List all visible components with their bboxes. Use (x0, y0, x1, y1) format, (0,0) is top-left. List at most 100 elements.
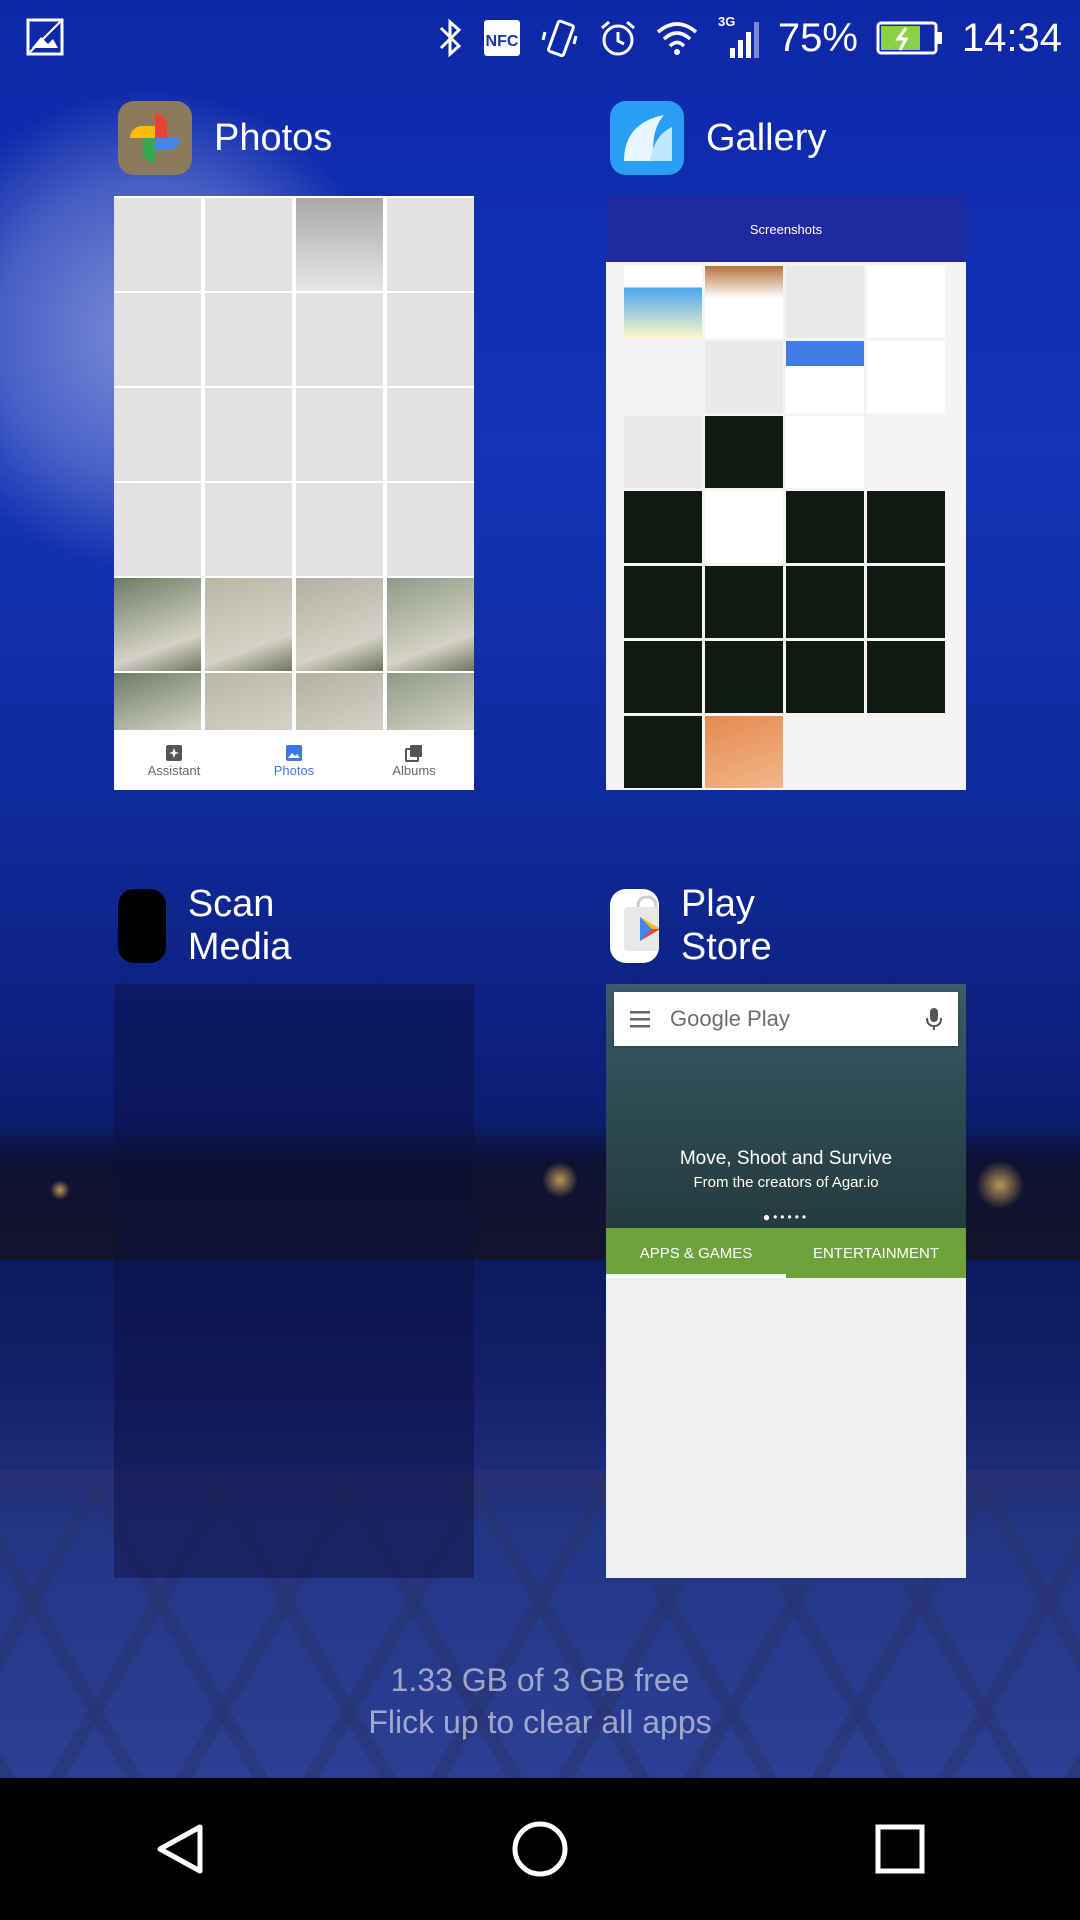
photo-tile (114, 293, 201, 386)
photo-tile (114, 483, 201, 576)
screenshot-tile (867, 491, 945, 563)
alarm-icon (598, 18, 638, 58)
photos-grid (114, 196, 474, 766)
battery-icon (876, 20, 944, 56)
screenshot-tile (786, 641, 864, 713)
photos-nav-assistant: Assistant (114, 730, 234, 790)
screenshot-tile (705, 641, 783, 713)
back-button[interactable] (120, 1789, 240, 1909)
screenshot-tile (705, 491, 783, 563)
screenshot-tile (786, 566, 864, 638)
screenshot-tile (786, 341, 864, 413)
banner-title: Move, Shoot and Survive (679, 1148, 893, 1169)
card-header: Photos (114, 100, 332, 176)
back-icon (157, 1824, 203, 1874)
signal-icon: 3G (716, 14, 760, 62)
screenshot-tile (867, 566, 945, 638)
photo-tile (205, 388, 292, 481)
screenshot-tile (867, 266, 945, 338)
svg-text:NFC: NFC (485, 33, 518, 50)
play-store-app-icon (610, 889, 659, 963)
photo-tile (205, 578, 292, 671)
play-store-thumbnail[interactable]: Google Play Move, Shoot and Survive From… (606, 984, 966, 1578)
screenshot-tile (786, 416, 864, 488)
screenshot-tile (867, 641, 945, 713)
nfc-icon: NFC (482, 18, 522, 58)
app-title: Gallery (706, 116, 827, 159)
photo-tile (296, 293, 383, 386)
photos-icon (286, 744, 302, 761)
app-title: Photos (214, 116, 333, 159)
photo-tile (387, 388, 474, 481)
photo-tile (114, 198, 201, 291)
battery-percent: 75% (777, 15, 858, 60)
photo-tile (387, 293, 474, 386)
photo-tile (296, 578, 383, 671)
screenshot-tile (867, 416, 945, 488)
albums-icon (405, 744, 422, 762)
photo-tile (296, 483, 383, 576)
play-search-placeholder: Google Play (670, 1006, 790, 1031)
screenshot-tile (705, 716, 783, 788)
microphone-icon (926, 1008, 942, 1030)
photo-tile (205, 293, 292, 386)
photos-nav-photos: Photos (234, 730, 354, 790)
photo-tile (114, 578, 201, 671)
screenshot-tile (786, 266, 864, 338)
photo-tile (387, 198, 474, 291)
screenshot-tile (624, 716, 702, 788)
tab-entertainment: ENTERTAINMENT (812, 1244, 940, 1262)
screenshot-tile (624, 566, 702, 638)
photo-tile (296, 198, 383, 291)
gallery-app-icon (610, 101, 684, 175)
photo-tile (205, 483, 292, 576)
wifi-icon (656, 20, 698, 56)
screenshot-tile (624, 266, 702, 338)
clock: 14:34 (961, 15, 1062, 60)
assistant-icon (166, 744, 182, 761)
home-button[interactable] (480, 1789, 600, 1909)
navigation-bar (0, 1778, 1080, 1920)
photo-tile (114, 388, 201, 481)
photo-tile (205, 198, 292, 291)
recents-button[interactable] (840, 1789, 960, 1909)
app-title: Scan Media (187, 883, 292, 968)
gallery-notification-icon (26, 18, 64, 56)
memory-status: 1.33 GB of 3 GB free (390, 1662, 690, 1698)
scan-media-thumbnail[interactable] (114, 984, 474, 1578)
gallery-thumbnail[interactable]: Screenshots (606, 196, 966, 790)
screenshot-tile (624, 416, 702, 488)
screenshot-tile (867, 341, 945, 413)
banner-subtitle: From the creators of Agar.io (693, 1174, 879, 1191)
play-tabs: APPS & GAMES ENTERTAINMENT (606, 1228, 966, 1278)
card-header: Scan Media (114, 883, 318, 968)
bluetooth-icon (438, 18, 464, 58)
nav-label: Assistant (147, 762, 201, 778)
photo-tile (387, 578, 474, 671)
screenshot-tile (705, 416, 783, 488)
photos-thumbnail[interactable]: Assistant Photos Albums (114, 196, 474, 790)
recents-icon (875, 1824, 925, 1874)
nav-label: Photos (273, 762, 315, 778)
photo-tile (296, 388, 383, 481)
nav-label: Albums (392, 762, 436, 778)
play-banner: Google Play Move, Shoot and Survive From… (606, 984, 966, 1228)
photos-bottom-nav: Assistant Photos Albums (114, 730, 474, 790)
card-header: Gallery (606, 100, 826, 176)
screenshot-tile (624, 641, 702, 713)
status-bar: NFC 3G 75% 14:34 (0, 0, 1080, 76)
svg-text:3G: 3G (718, 14, 735, 29)
screenshot-tile (624, 491, 702, 563)
screenshot-tile (705, 341, 783, 413)
play-search-bar: Google Play (614, 992, 958, 1046)
photos-app-icon (118, 101, 192, 175)
carousel-dots: ●••••• (762, 1210, 810, 1224)
photo-tile (387, 483, 474, 576)
home-icon (512, 1821, 568, 1877)
menu-icon (630, 1011, 650, 1028)
screenshot-tile (786, 491, 864, 563)
card-header: Play Store (606, 883, 797, 968)
vibrate-icon (540, 18, 580, 58)
clear-apps-hint[interactable]: Flick up to clear all apps (0, 1704, 1080, 1741)
gallery-screen-title: Screenshots (606, 196, 966, 262)
